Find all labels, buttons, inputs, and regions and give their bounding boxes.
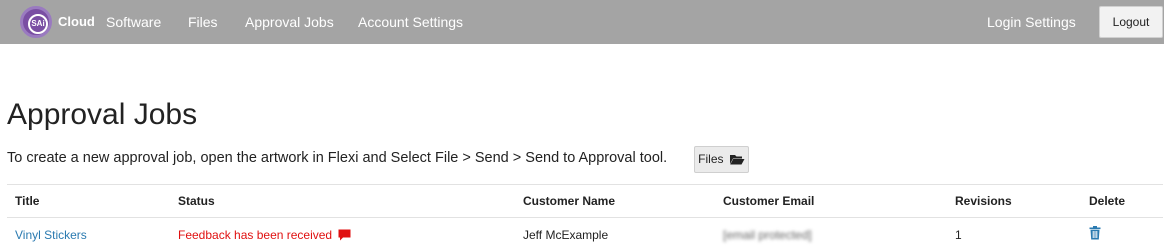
nav-software[interactable]: Software	[106, 0, 161, 44]
files-button-label: Files	[698, 152, 724, 166]
header-customer-email: Customer Email	[723, 194, 815, 208]
job-status[interactable]: Feedback has been received	[178, 228, 351, 242]
header-revisions: Revisions	[955, 194, 1012, 208]
nav-approval-jobs[interactable]: Approval Jobs	[245, 0, 334, 44]
brand-cloud-link[interactable]: Cloud	[58, 0, 95, 44]
comment-icon	[338, 229, 351, 241]
header-title: Title	[15, 194, 40, 208]
page-title: Approval Jobs	[7, 98, 198, 131]
header-status: Status	[178, 194, 215, 208]
job-title-link[interactable]: Vinyl Stickers	[15, 228, 87, 242]
nav-account-settings[interactable]: Account Settings	[358, 0, 463, 44]
revisions-count: 1	[955, 228, 962, 242]
trash-icon[interactable]	[1089, 226, 1101, 240]
job-status-text: Feedback has been received	[178, 228, 333, 242]
sai-logo[interactable]: SAi	[20, 6, 52, 38]
customer-email: [email protected]	[723, 228, 812, 242]
header-delete: Delete	[1089, 194, 1126, 208]
folder-open-icon	[729, 155, 745, 165]
top-navbar: SAi Cloud Software Files Approval Jobs A…	[0, 0, 1164, 44]
logout-button[interactable]: Logout	[1099, 6, 1163, 38]
header-customer-name: Customer Name	[523, 194, 616, 208]
nav-login-settings[interactable]: Login Settings	[987, 0, 1076, 44]
logo-text: SAi	[28, 14, 48, 34]
customer-name: Jeff McExample	[523, 228, 609, 242]
intro-text: To create a new approval job, open the a…	[7, 150, 668, 166]
nav-files[interactable]: Files	[188, 0, 218, 44]
files-button[interactable]: Files	[694, 146, 749, 173]
